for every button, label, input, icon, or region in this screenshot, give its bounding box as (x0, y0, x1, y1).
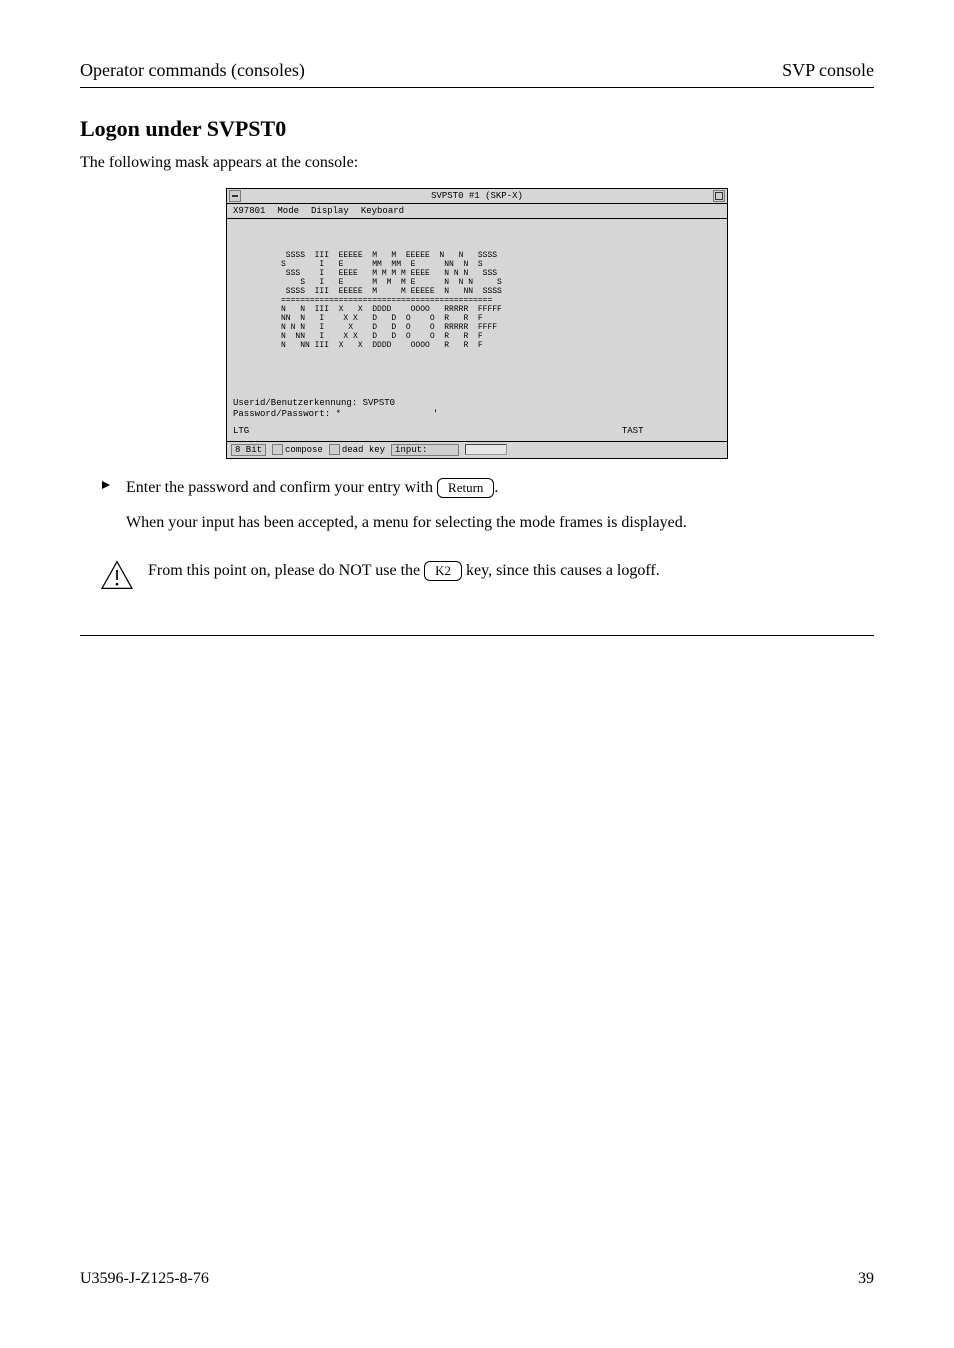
password-row[interactable]: Password/Passwort: * ' (233, 409, 721, 420)
checkbox-icon[interactable] (329, 444, 340, 455)
triangle-pointer-icon (100, 479, 112, 496)
terminal-title: SVPST0 #1 (SKP-X) (243, 191, 711, 201)
menu-item-x97801[interactable]: X97801 (233, 206, 265, 216)
footer-rule (80, 635, 874, 636)
caution-text: From this point on, please do NOT use th… (148, 560, 874, 582)
checkbox-icon[interactable] (272, 444, 283, 455)
page-footer: U3596-J-Z125-8-76 39 (80, 1270, 874, 1288)
status-deadkey[interactable]: dead key (329, 444, 385, 455)
terminal-statusbar: 8 Bit compose dead key input: (227, 441, 727, 458)
post-instruction-paragraph: When your input has been accepted, a men… (126, 512, 874, 534)
intro-paragraph: The following mask appears at the consol… (80, 152, 874, 174)
section-title: Logon under SVPST0 (80, 116, 874, 142)
menu-item-mode[interactable]: Mode (277, 206, 299, 216)
menu-item-display[interactable]: Display (311, 206, 349, 216)
status-compose[interactable]: compose (272, 444, 323, 455)
running-head-left: Operator commands (consoles) (80, 60, 305, 81)
k2-keycap: K2 (424, 561, 462, 581)
terminal-menubar: X97801 Mode Display Keyboard (227, 204, 727, 219)
caution-triangle-icon (100, 560, 134, 595)
running-head-right: SVP console (782, 60, 874, 81)
status-row: LTG TAST (233, 426, 721, 437)
status-input-field[interactable] (465, 444, 507, 455)
footer-left: U3596-J-Z125-8-76 (80, 1270, 209, 1288)
menu-item-keyboard[interactable]: Keyboard (361, 206, 404, 216)
userid-row: Userid/Benutzerkennung: SVPST0 (233, 398, 721, 409)
instruction-text: Enter the password and confirm your entr… (126, 477, 874, 499)
window-menu-icon[interactable] (229, 190, 241, 202)
status-input-label: input: (391, 444, 459, 456)
ascii-banner: SSSS III EEEEE M M EEEEE N N SSSS S I E … (233, 251, 721, 350)
terminal-titlebar: SVPST0 #1 (SKP-X) (227, 189, 727, 204)
terminal-window: SVPST0 #1 (SKP-X) X97801 Mode Display Ke… (226, 188, 728, 459)
footer-page-number: 39 (858, 1270, 874, 1288)
header-rule (80, 87, 874, 88)
instruction-row: Enter the password and confirm your entr… (100, 477, 874, 499)
status-8bit[interactable]: 8 Bit (231, 444, 266, 456)
return-keycap: Return (437, 478, 494, 498)
caution-row: From this point on, please do NOT use th… (100, 560, 874, 595)
window-maximize-icon[interactable] (713, 190, 725, 202)
terminal-body: SSSS III EEEEE M M EEEEE N N SSSS S I E … (227, 219, 727, 441)
